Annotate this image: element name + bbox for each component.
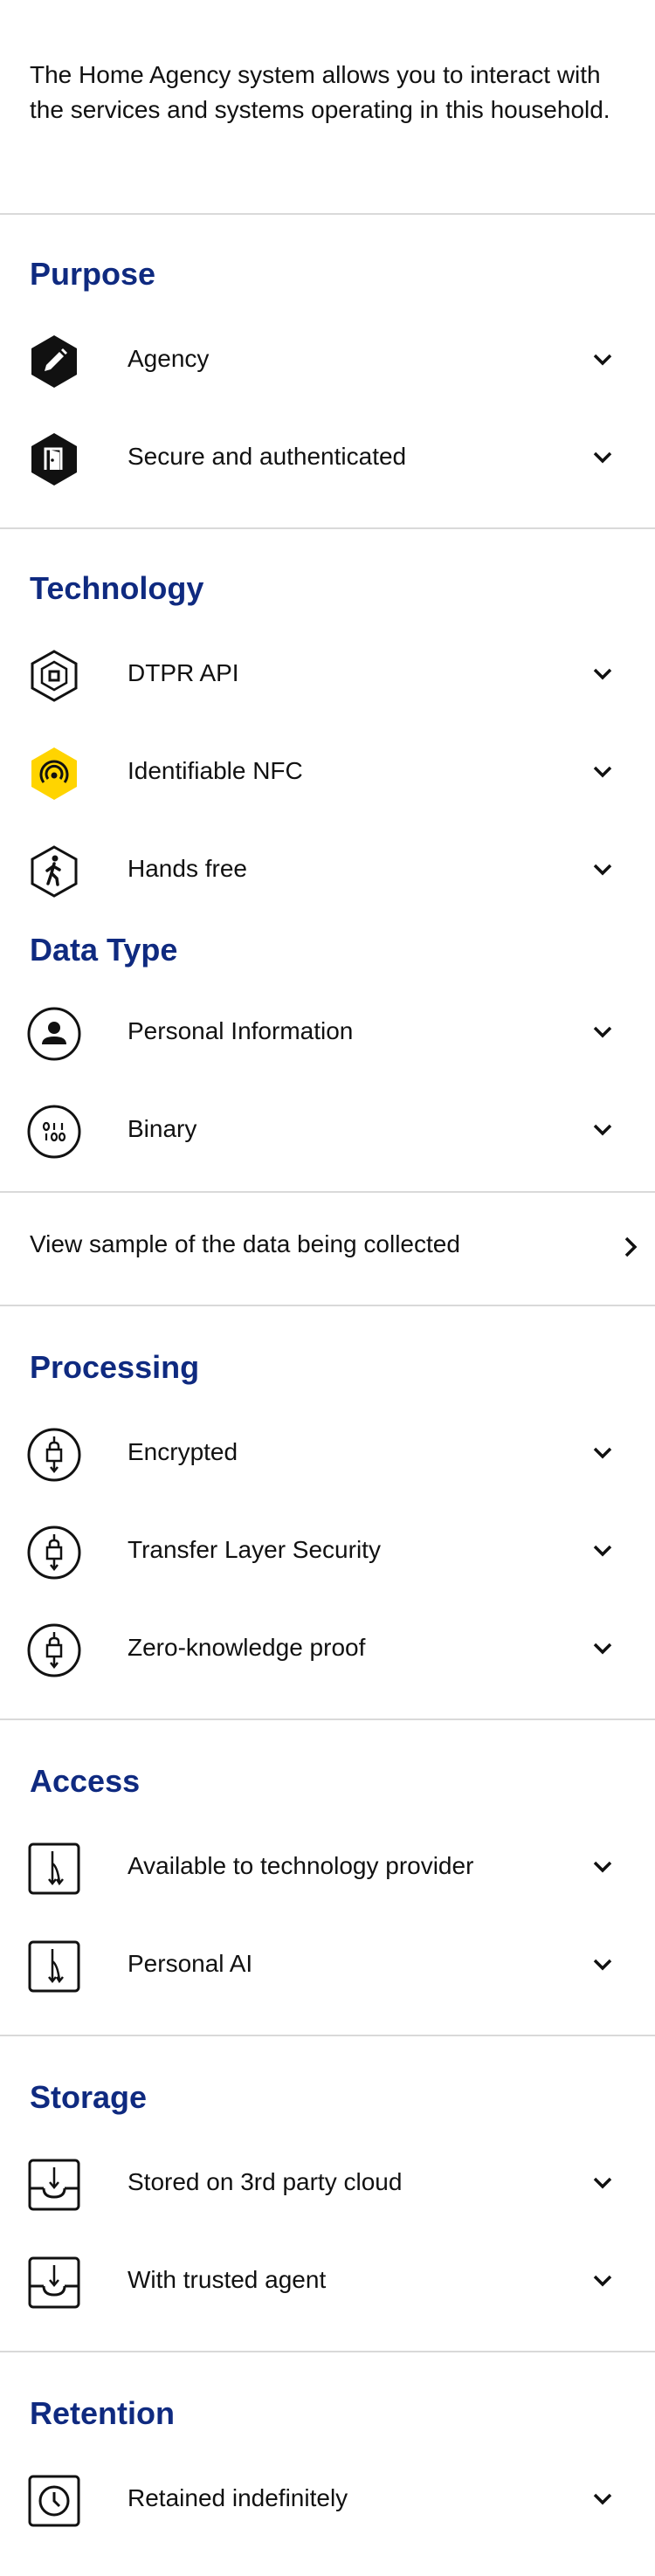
item-label: With trusted agent bbox=[128, 2266, 327, 2293]
chevron-down-icon[interactable] bbox=[590, 2487, 615, 2511]
chevron-down-icon[interactable] bbox=[590, 1855, 615, 1879]
processing-item-encrypted[interactable]: Encrypted bbox=[0, 1401, 655, 1498]
intro-text: The Home Agency system allows you to int… bbox=[30, 61, 610, 123]
chevron-down-icon[interactable] bbox=[590, 1118, 615, 1142]
processing-item-transfer-layer-security[interactable]: Transfer Layer Security bbox=[0, 1498, 655, 1596]
chevron-down-icon[interactable] bbox=[590, 1953, 615, 1977]
item-label: Encrypted bbox=[128, 1438, 238, 1465]
chevron-down-icon[interactable] bbox=[590, 1020, 615, 1044]
retention-item-retained-indefinitely[interactable]: Retained indefinitely bbox=[0, 2447, 655, 2545]
walking-person-hexagon-icon bbox=[26, 844, 82, 899]
technology-item-identifiable-nfc[interactable]: Identifiable NFC bbox=[0, 720, 655, 817]
fork-arrow-square-icon bbox=[26, 1939, 82, 1994]
item-label: Hands free bbox=[128, 855, 247, 882]
section-title-technology: Technology bbox=[30, 570, 204, 606]
chevron-down-icon[interactable] bbox=[590, 2269, 615, 2293]
chevron-down-icon[interactable] bbox=[590, 1441, 615, 1465]
item-label: DTPR API bbox=[128, 659, 239, 686]
item-label: Zero-knowledge proof bbox=[128, 1634, 366, 1661]
fork-arrow-square-icon bbox=[26, 1841, 82, 1897]
technology-item-dtpr-api[interactable]: DTPR API bbox=[0, 622, 655, 720]
item-label: Available to technology provider bbox=[128, 1852, 474, 1879]
chevron-down-icon[interactable] bbox=[590, 662, 615, 686]
chevron-down-icon[interactable] bbox=[590, 1636, 615, 1661]
technology-item-hands-free[interactable]: Hands free bbox=[0, 817, 655, 915]
data-type-item-binary[interactable]: Binary bbox=[0, 1078, 655, 1175]
view-sample-data-link[interactable]: View sample of the data being collected bbox=[0, 1193, 655, 1298]
storage-item-trusted-agent[interactable]: With trusted agent bbox=[0, 2228, 655, 2326]
divider bbox=[0, 527, 655, 529]
inbox-download-icon bbox=[26, 2157, 82, 2213]
divider bbox=[0, 2351, 655, 2352]
purpose-item-agency[interactable]: Agency bbox=[0, 307, 655, 405]
item-label: Retained indefinitely bbox=[128, 2484, 348, 2511]
storage-item-third-party-cloud[interactable]: Stored on 3rd party cloud bbox=[0, 2131, 655, 2228]
item-label: Stored on 3rd party cloud bbox=[128, 2168, 403, 2195]
access-item-personal-ai[interactable]: Personal AI bbox=[0, 1912, 655, 2010]
chevron-down-icon[interactable] bbox=[590, 1539, 615, 1563]
purpose-item-secure-authenticated[interactable]: Secure and authenticated bbox=[0, 405, 655, 503]
item-label: Personal Information bbox=[128, 1017, 354, 1044]
pencil-hexagon-icon bbox=[26, 334, 82, 389]
clock-square-icon bbox=[26, 2473, 82, 2529]
view-sample-label: View sample of the data being collected bbox=[30, 1230, 460, 1257]
section-title-storage: Storage bbox=[30, 2079, 148, 2115]
item-label: Personal AI bbox=[128, 1950, 253, 1977]
chevron-down-icon[interactable] bbox=[590, 445, 615, 470]
chevron-down-icon[interactable] bbox=[590, 348, 615, 372]
lock-circle-icon bbox=[26, 1622, 82, 1678]
api-hexagon-icon bbox=[26, 648, 82, 704]
section-title-access: Access bbox=[30, 1763, 141, 1799]
item-label: Secure and authenticated bbox=[128, 443, 407, 470]
item-label: Binary bbox=[128, 1115, 197, 1142]
section-title-purpose: Purpose bbox=[30, 256, 156, 292]
divider bbox=[0, 2035, 655, 2036]
chevron-right-icon bbox=[620, 1235, 641, 1259]
lock-circle-icon bbox=[26, 1525, 82, 1581]
item-label: Transfer Layer Security bbox=[128, 1536, 381, 1563]
binary-circle-icon bbox=[26, 1104, 82, 1160]
access-item-technology-provider[interactable]: Available to technology provider bbox=[0, 1815, 655, 1912]
door-hexagon-icon bbox=[26, 431, 82, 487]
item-label: Identifiable NFC bbox=[128, 757, 303, 784]
chevron-down-icon[interactable] bbox=[590, 2171, 615, 2195]
divider bbox=[0, 213, 655, 215]
item-label: Agency bbox=[128, 345, 210, 372]
section-title-retention: Retention bbox=[30, 2395, 175, 2431]
divider bbox=[0, 1305, 655, 1306]
processing-item-zero-knowledge-proof[interactable]: Zero-knowledge proof bbox=[0, 1596, 655, 1694]
data-type-item-personal-information[interactable]: Personal Information bbox=[0, 980, 655, 1078]
inbox-download-icon bbox=[26, 2255, 82, 2311]
chevron-down-icon[interactable] bbox=[590, 858, 615, 882]
divider bbox=[0, 1718, 655, 1720]
person-circle-icon bbox=[26, 1006, 82, 1062]
section-title-data-type: Data Type bbox=[30, 932, 178, 968]
chevron-down-icon[interactable] bbox=[590, 760, 615, 784]
lock-circle-icon bbox=[26, 1427, 82, 1483]
section-title-processing: Processing bbox=[30, 1349, 200, 1385]
nfc-hexagon-icon bbox=[26, 746, 82, 802]
